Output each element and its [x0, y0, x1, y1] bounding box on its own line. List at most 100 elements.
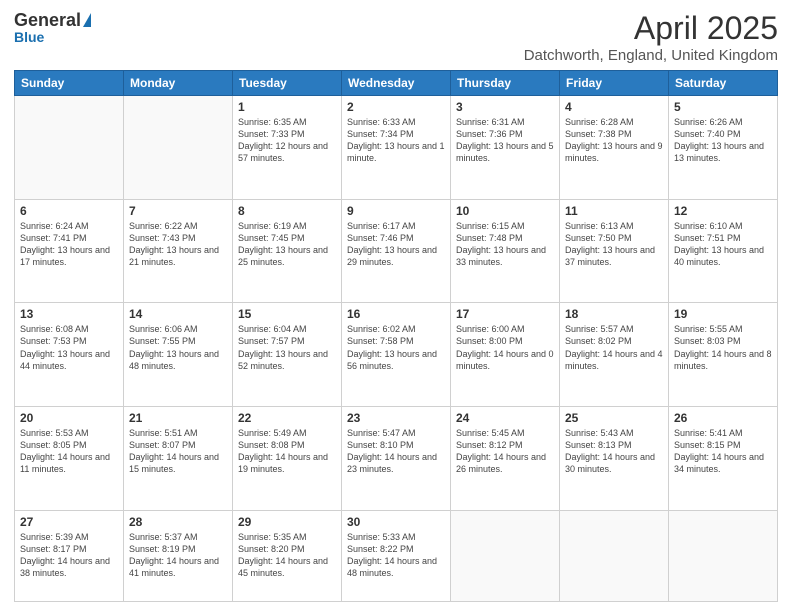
- cell-info: Sunrise: 6:02 AM Sunset: 7:58 PM Dayligh…: [347, 323, 445, 372]
- calendar-cell: [560, 510, 669, 602]
- date-number: 23: [347, 411, 445, 425]
- cell-info: Sunrise: 6:33 AM Sunset: 7:34 PM Dayligh…: [347, 116, 445, 165]
- cell-info: Sunrise: 6:35 AM Sunset: 7:33 PM Dayligh…: [238, 116, 336, 165]
- calendar-cell: [15, 96, 124, 200]
- calendar-cell: 3Sunrise: 6:31 AM Sunset: 7:36 PM Daylig…: [451, 96, 560, 200]
- date-number: 1: [238, 100, 336, 114]
- date-number: 10: [456, 204, 554, 218]
- header: General Blue April 2025 Datchworth, Engl…: [14, 10, 778, 64]
- date-number: 16: [347, 307, 445, 321]
- cell-info: Sunrise: 6:31 AM Sunset: 7:36 PM Dayligh…: [456, 116, 554, 165]
- day-header-tuesday: Tuesday: [233, 71, 342, 96]
- calendar-cell: 20 Sunrise: 5:53 AM Sunset: 8:05 PM Dayli…: [15, 406, 124, 510]
- cell-info: Sunrise: 5:35 AM Sunset: 8:20 PM Dayligh…: [238, 531, 336, 580]
- calendar-cell: 24Sunrise: 5:45 AM Sunset: 8:12 PM Dayli…: [451, 406, 560, 510]
- cell-info: Sunrise: 5:37 AM Sunset: 8:19 PM Dayligh…: [129, 531, 227, 580]
- logo-blue-text: Blue: [14, 29, 44, 45]
- cell-info: Sunrise: 6:28 AM Sunset: 7:38 PM Dayligh…: [565, 116, 663, 165]
- cell-info: Sunrise: 6:24 AM Sunset: 7:41 PM Dayligh…: [20, 220, 118, 269]
- calendar-cell: [451, 510, 560, 602]
- week-row-2: 6 Sunrise: 6:24 AM Sunset: 7:41 PM Daylig…: [15, 199, 778, 303]
- logo-triangle-icon: [83, 13, 91, 27]
- calendar-cell: 6 Sunrise: 6:24 AM Sunset: 7:41 PM Daylig…: [15, 199, 124, 303]
- date-number: 29: [238, 515, 336, 529]
- day-header-monday: Monday: [124, 71, 233, 96]
- calendar-cell: 21 Sunrise: 5:51 AM Sunset: 8:07 PM Dayli…: [124, 406, 233, 510]
- day-header-wednesday: Wednesday: [342, 71, 451, 96]
- calendar-cell: 2 Sunrise: 6:33 AM Sunset: 7:34 PM Daylig…: [342, 96, 451, 200]
- calendar-cell: 22 Sunrise: 5:49 AM Sunset: 8:08 PM Dayli…: [233, 406, 342, 510]
- calendar-cell: [669, 510, 778, 602]
- date-number: 9: [347, 204, 445, 218]
- calendar-cell: 30 Sunrise: 5:33 AM Sunset: 8:22 PM Dayli…: [342, 510, 451, 602]
- cell-info: Sunrise: 5:43 AM Sunset: 8:13 PM Dayligh…: [565, 427, 663, 476]
- calendar-cell: [124, 96, 233, 200]
- cell-info: Sunrise: 6:19 AM Sunset: 7:45 PM Dayligh…: [238, 220, 336, 269]
- logo-general-text: General: [14, 10, 81, 31]
- cell-info: Sunrise: 5:33 AM Sunset: 8:22 PM Dayligh…: [347, 531, 445, 580]
- calendar-cell: 12Sunrise: 6:10 AM Sunset: 7:51 PM Dayli…: [669, 199, 778, 303]
- date-number: 22: [238, 411, 336, 425]
- date-number: 18: [565, 307, 663, 321]
- calendar-cell: 19Sunrise: 5:55 AM Sunset: 8:03 PM Dayli…: [669, 303, 778, 407]
- date-number: 2: [347, 100, 445, 114]
- cell-info: Sunrise: 6:17 AM Sunset: 7:46 PM Dayligh…: [347, 220, 445, 269]
- cell-info: Sunrise: 5:41 AM Sunset: 8:15 PM Dayligh…: [674, 427, 772, 476]
- calendar-cell: 5Sunrise: 6:26 AM Sunset: 7:40 PM Daylig…: [669, 96, 778, 200]
- date-number: 15: [238, 307, 336, 321]
- day-header-sunday: Sunday: [15, 71, 124, 96]
- cell-info: Sunrise: 5:49 AM Sunset: 8:08 PM Dayligh…: [238, 427, 336, 476]
- calendar-cell: 14 Sunrise: 6:06 AM Sunset: 7:55 PM Dayli…: [124, 303, 233, 407]
- calendar-subtitle: Datchworth, England, United Kingdom: [524, 47, 778, 64]
- cell-info: Sunrise: 5:57 AM Sunset: 8:02 PM Dayligh…: [565, 323, 663, 372]
- calendar-cell: 26Sunrise: 5:41 AM Sunset: 8:15 PM Dayli…: [669, 406, 778, 510]
- calendar-cell: 10 Sunrise: 6:15 AM Sunset: 7:48 PM Dayli…: [451, 199, 560, 303]
- date-number: 8: [238, 204, 336, 218]
- week-row-4: 20 Sunrise: 5:53 AM Sunset: 8:05 PM Dayli…: [15, 406, 778, 510]
- date-number: 4: [565, 100, 663, 114]
- cell-info: Sunrise: 6:13 AM Sunset: 7:50 PM Dayligh…: [565, 220, 663, 269]
- calendar-title: April 2025: [524, 10, 778, 47]
- calendar-cell: 1 Sunrise: 6:35 AM Sunset: 7:33 PM Daylig…: [233, 96, 342, 200]
- calendar-cell: 13Sunrise: 6:08 AM Sunset: 7:53 PM Dayli…: [15, 303, 124, 407]
- date-number: 25: [565, 411, 663, 425]
- calendar-cell: 23Sunrise: 5:47 AM Sunset: 8:10 PM Dayli…: [342, 406, 451, 510]
- date-number: 6: [20, 204, 118, 218]
- calendar-cell: 9 Sunrise: 6:17 AM Sunset: 7:46 PM Daylig…: [342, 199, 451, 303]
- day-header-thursday: Thursday: [451, 71, 560, 96]
- cell-info: Sunrise: 5:53 AM Sunset: 8:05 PM Dayligh…: [20, 427, 118, 476]
- day-header-saturday: Saturday: [669, 71, 778, 96]
- calendar-cell: 25 Sunrise: 5:43 AM Sunset: 8:13 PM Dayli…: [560, 406, 669, 510]
- cell-info: Sunrise: 5:51 AM Sunset: 8:07 PM Dayligh…: [129, 427, 227, 476]
- date-number: 30: [347, 515, 445, 529]
- date-number: 20: [20, 411, 118, 425]
- week-row-5: 27Sunrise: 5:39 AM Sunset: 8:17 PM Dayli…: [15, 510, 778, 602]
- cell-info: Sunrise: 5:55 AM Sunset: 8:03 PM Dayligh…: [674, 323, 772, 372]
- calendar-cell: 16 Sunrise: 6:02 AM Sunset: 7:58 PM Dayli…: [342, 303, 451, 407]
- logo: General Blue: [14, 10, 91, 45]
- cell-info: Sunrise: 6:15 AM Sunset: 7:48 PM Dayligh…: [456, 220, 554, 269]
- calendar-cell: 15 Sunrise: 6:04 AM Sunset: 7:57 PM Dayli…: [233, 303, 342, 407]
- date-number: 12: [674, 204, 772, 218]
- date-number: 24: [456, 411, 554, 425]
- header-right: April 2025 Datchworth, England, United K…: [524, 10, 778, 64]
- week-row-3: 13Sunrise: 6:08 AM Sunset: 7:53 PM Dayli…: [15, 303, 778, 407]
- page: General Blue April 2025 Datchworth, Engl…: [0, 0, 792, 612]
- calendar-cell: 18 Sunrise: 5:57 AM Sunset: 8:02 PM Dayli…: [560, 303, 669, 407]
- day-header-friday: Friday: [560, 71, 669, 96]
- date-number: 7: [129, 204, 227, 218]
- calendar-cell: 7Sunrise: 6:22 AM Sunset: 7:43 PM Daylig…: [124, 199, 233, 303]
- date-number: 14: [129, 307, 227, 321]
- week-row-1: 1 Sunrise: 6:35 AM Sunset: 7:33 PM Daylig…: [15, 96, 778, 200]
- date-number: 27: [20, 515, 118, 529]
- cell-info: Sunrise: 6:04 AM Sunset: 7:57 PM Dayligh…: [238, 323, 336, 372]
- cell-info: Sunrise: 6:06 AM Sunset: 7:55 PM Dayligh…: [129, 323, 227, 372]
- cell-info: Sunrise: 6:08 AM Sunset: 7:53 PM Dayligh…: [20, 323, 118, 372]
- calendar-cell: 17 Sunrise: 6:00 AM Sunset: 8:00 PM Dayli…: [451, 303, 560, 407]
- date-number: 21: [129, 411, 227, 425]
- cell-info: Sunrise: 6:00 AM Sunset: 8:00 PM Dayligh…: [456, 323, 554, 372]
- calendar-cell: 8 Sunrise: 6:19 AM Sunset: 7:45 PM Daylig…: [233, 199, 342, 303]
- date-number: 11: [565, 204, 663, 218]
- date-number: 17: [456, 307, 554, 321]
- day-header-row: SundayMondayTuesdayWednesdayThursdayFrid…: [15, 71, 778, 96]
